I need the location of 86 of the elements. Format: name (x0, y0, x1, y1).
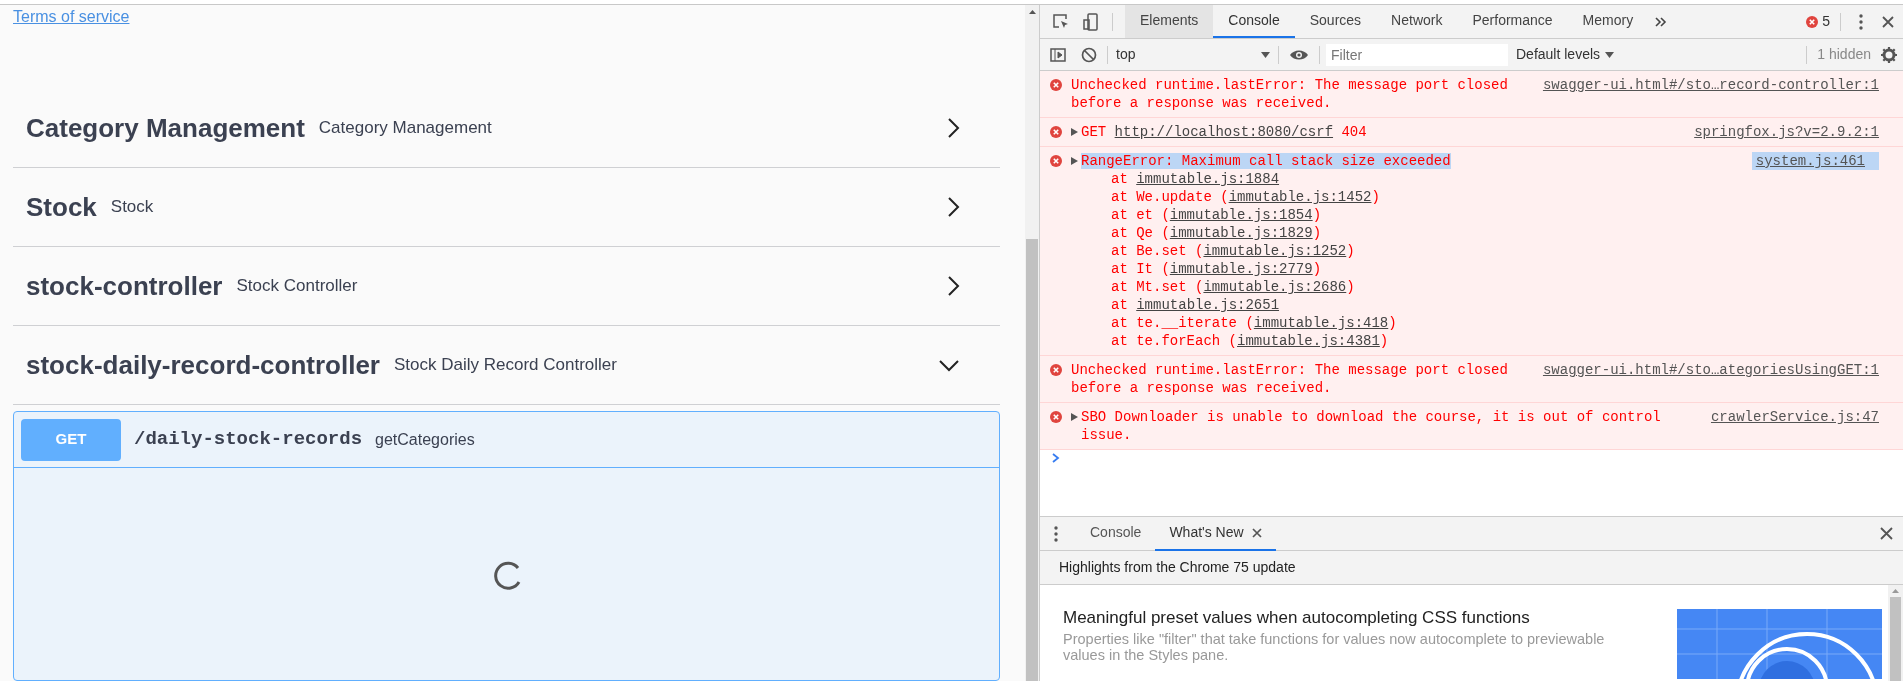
hidden-count: 1 hidden (1817, 45, 1871, 64)
error-icon (1050, 126, 1062, 138)
console-message: RangeError: Maximum call stack size exceeded (1081, 153, 1451, 169)
tag-description: Stock Controller (236, 275, 358, 298)
source-link[interactable]: crawlerService.js:47 (1710, 409, 1879, 425)
stack-location-link[interactable]: immutable.js:1252 (1203, 243, 1347, 259)
scrollbar-thumb[interactable] (1890, 597, 1901, 681)
dropdown-caret-icon (1261, 51, 1270, 58)
stack-frame: at Be.set (immutable.js:1252) (1081, 242, 1732, 260)
operation-summary: getCategories (375, 429, 475, 450)
stack-location-link[interactable]: immutable.js:418 (1253, 315, 1389, 331)
close-icon[interactable] (1880, 527, 1893, 540)
chevron-down-icon[interactable] (938, 358, 960, 372)
stack-location-link[interactable]: immutable.js:1854 (1169, 207, 1313, 223)
tag-name[interactable]: stock-controller (26, 266, 223, 306)
stack-frame: at It (immutable.js:2779) (1081, 260, 1732, 278)
stack-location-link[interactable]: immutable.js:1452 (1228, 189, 1372, 205)
chevron-right-icon[interactable] (946, 196, 960, 218)
stack-frame: at te.__iterate (immutable.js:418) (1081, 314, 1732, 332)
expand-triangle-icon[interactable] (1071, 128, 1078, 136)
sidebar-toggle-icon[interactable] (1050, 47, 1066, 62)
error-icon (1806, 15, 1819, 28)
more-tabs-icon[interactable] (1654, 15, 1669, 28)
scrollbar-thumb[interactable] (1026, 239, 1038, 681)
console-message: Unchecked runtime.lastError: The message port closed before a response was received. (1071, 77, 1508, 111)
whats-new-heading: Highlights from the Chrome 75 update (1059, 558, 1296, 577)
source-link[interactable]: swagger-ui.html#/sto…ategoriesUsingGET:1 (1542, 362, 1879, 378)
inspect-icon[interactable] (1052, 12, 1070, 31)
close-icon[interactable] (1251, 527, 1262, 538)
filter-field[interactable]: Filter (1326, 43, 1508, 66)
drawer-tab[interactable]: Console (1076, 516, 1156, 551)
devtools-tab[interactable]: Elements (1125, 5, 1214, 38)
request-link[interactable]: http://localhost:8080/csrf (1114, 124, 1334, 140)
stack-location-link[interactable]: immutable.js:2686 (1203, 279, 1347, 295)
tag-description: Category Management (318, 117, 492, 140)
prompt-icon (1052, 453, 1060, 463)
settings-icon[interactable] (1881, 46, 1897, 63)
tag-name[interactable]: Stock (26, 187, 97, 227)
device-toolbar-icon[interactable] (1082, 12, 1100, 31)
console-message: Unchecked runtime.lastError: The message port closed before a response was received. (1071, 362, 1508, 396)
stack-frame: at immutable.js:1884 (1081, 170, 1732, 188)
tag-description: Stock Daily Record Controller (394, 354, 617, 377)
devtools-tab[interactable]: Performance (1457, 5, 1568, 38)
devtools-tab[interactable]: Sources (1294, 5, 1377, 38)
stack-location-link[interactable]: immutable.js:2779 (1169, 261, 1313, 277)
tag-name[interactable]: stock-daily-record-controller (26, 345, 380, 385)
expand-triangle-icon[interactable] (1071, 413, 1078, 421)
chevron-right-icon[interactable] (946, 117, 960, 139)
method-badge: GET (21, 418, 121, 461)
source-link[interactable]: system.js:461 (1751, 152, 1879, 170)
source-link[interactable]: swagger-ui.html#/sto…record-controller:1 (1542, 77, 1879, 93)
stack-frame: at Mt.set (immutable.js:2686) (1081, 278, 1732, 296)
stack-frame: at immutable.js:2651 (1081, 296, 1732, 314)
feature-title[interactable]: Meaningful preset values when autocompleting CSS functions (1063, 607, 1677, 629)
chevron-right-icon[interactable] (946, 275, 960, 297)
levels-dropdown[interactable]: Default levels (1516, 44, 1615, 65)
stack-location-link[interactable]: immutable.js:2651 (1136, 297, 1280, 313)
tag-description: Stock (110, 196, 154, 219)
console-message: GET http://localhost:8080/csrf 404 (1081, 124, 1367, 140)
dropdown-caret-icon (1605, 51, 1615, 58)
stack-frame: at We.update (immutable.js:1452) (1081, 188, 1732, 206)
devtools-tab[interactable]: Memory (1567, 5, 1649, 38)
kebab-menu-icon[interactable] (1054, 525, 1058, 542)
error-icon (1050, 155, 1062, 167)
tag-name[interactable]: Category Management (26, 108, 305, 148)
stack-frame: at te.forEach (immutable.js:4381) (1081, 332, 1732, 350)
eye-icon[interactable] (1289, 48, 1309, 61)
stack-location-link[interactable]: immutable.js:4381 (1237, 333, 1380, 349)
error-count[interactable]: 5 (1822, 11, 1830, 32)
clear-console-icon[interactable] (1081, 46, 1097, 63)
close-icon[interactable] (1881, 14, 1895, 29)
devtools-tab[interactable]: Network (1376, 5, 1458, 38)
feature-description: Properties like "filter" that take functions for values now autocomplete to previewable values in the Styles pane. (1063, 631, 1606, 663)
error-icon (1050, 364, 1062, 376)
context-select[interactable]: top (1108, 44, 1278, 65)
stack-location-link[interactable]: immutable.js:1884 (1136, 171, 1280, 187)
error-icon (1050, 411, 1062, 423)
expand-triangle-icon[interactable] (1071, 157, 1078, 165)
stack-location-link[interactable]: immutable.js:1829 (1169, 225, 1313, 241)
kebab-menu-icon[interactable] (1859, 13, 1863, 30)
stack-frame: at et (immutable.js:1854) (1081, 206, 1732, 224)
source-link[interactable]: springfox.js?v=2.9.2:1 (1694, 124, 1879, 140)
stack-frame: at Qe (immutable.js:1829) (1081, 224, 1732, 242)
console-message: SBO Downloader is unable to download the course, it is out of control issue. (1081, 409, 1661, 443)
error-icon (1050, 79, 1062, 91)
operation-path[interactable]: /daily-stock-records (134, 425, 363, 454)
